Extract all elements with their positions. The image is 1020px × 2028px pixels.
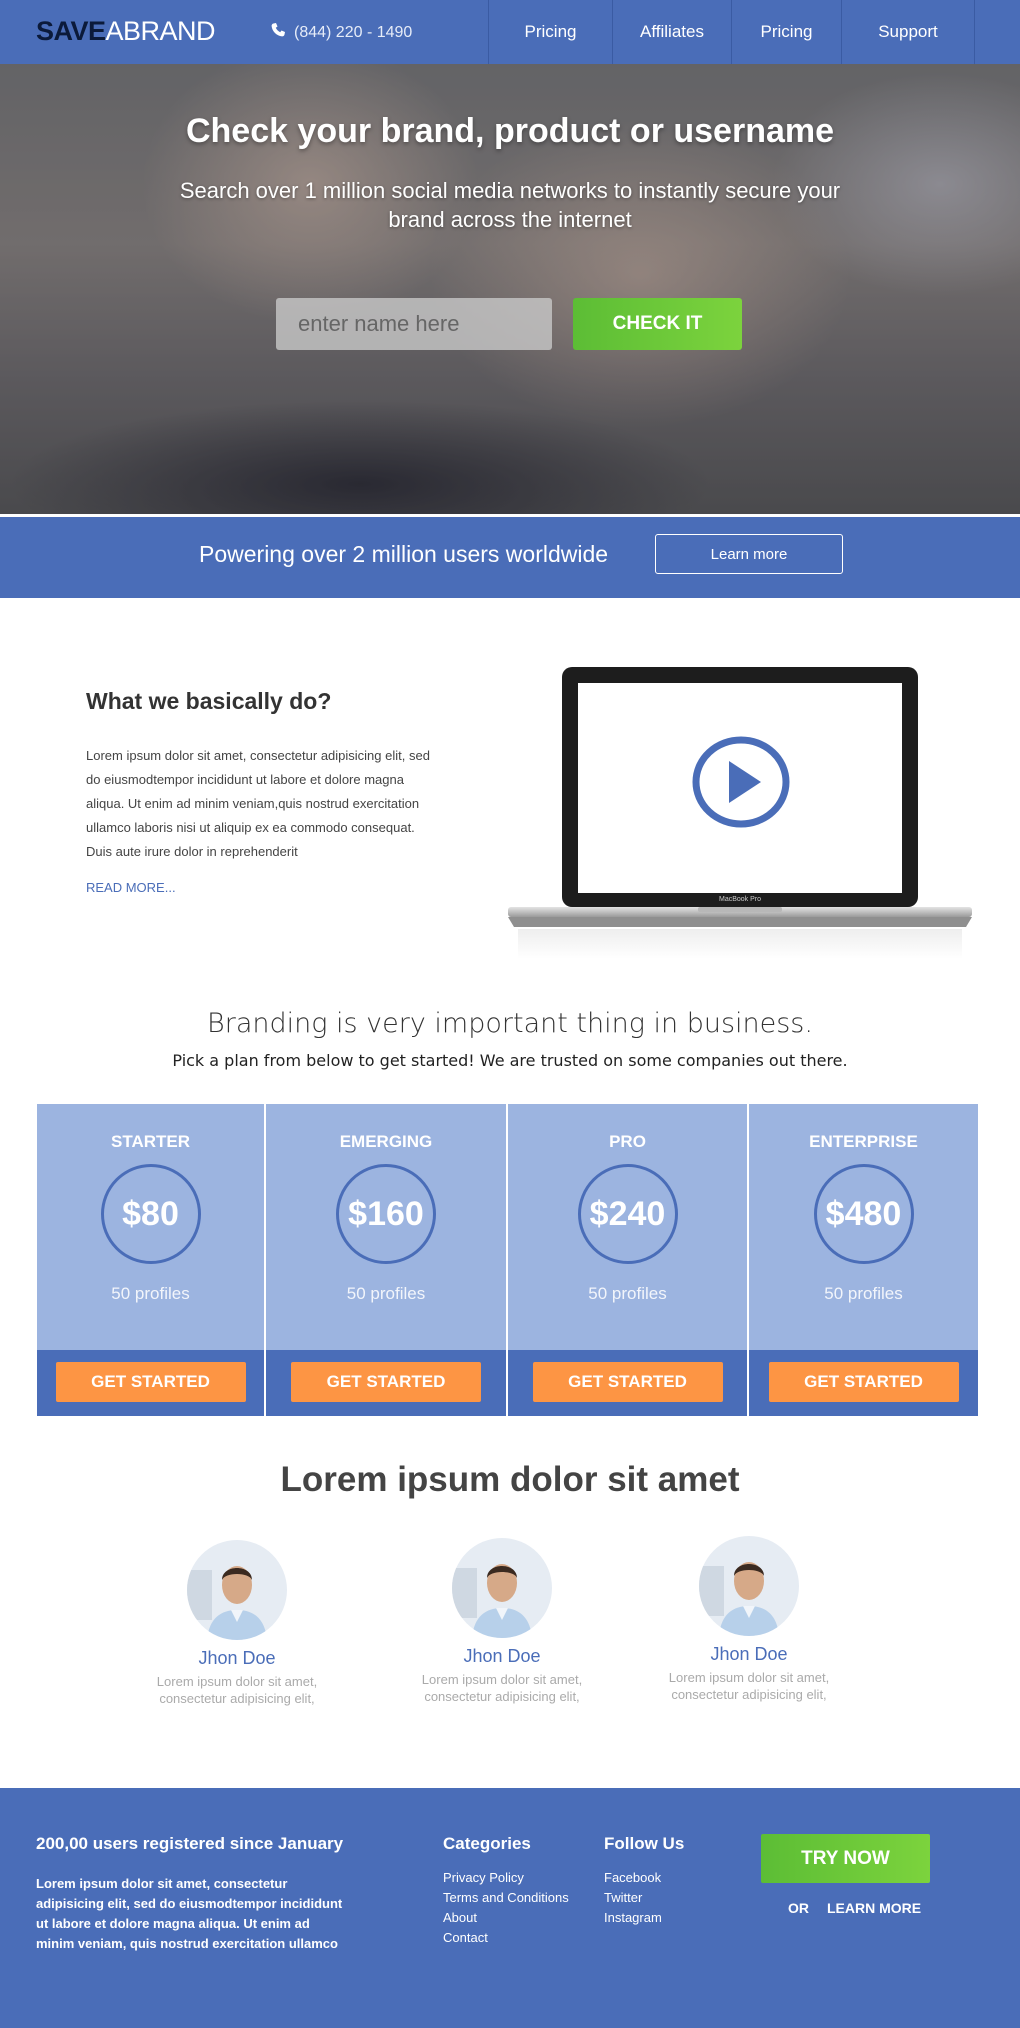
footer-body: Lorem ipsum dolor sit amet, consectetur … (36, 1876, 343, 1951)
about-heading: What we basically do? (86, 688, 332, 714)
get-started-button[interactable]: GET STARTED (55, 1362, 246, 1402)
avatar (699, 1536, 799, 1636)
plan-price: $240 (577, 1164, 678, 1264)
nav-item-support[interactable]: Support (841, 0, 975, 64)
logo-light: ABRAND (105, 16, 216, 46)
logo-bold: SAVE (36, 16, 106, 46)
footer-learn-more-link[interactable]: LEARN MORE (827, 1900, 921, 1916)
stats-band: Powering over 2 million users worldwide … (0, 514, 1020, 598)
footer-link-twitter[interactable]: Twitter (604, 1888, 684, 1908)
member-description: Lorem ipsum dolor sit amet, consectetur … (421, 1672, 583, 1704)
phone-text: (844) 220 - 1490 (294, 23, 413, 41)
read-more-link[interactable]: READ MORE... (86, 880, 176, 895)
footer-follow: Follow Us Facebook Twitter Instagram (604, 1834, 684, 1928)
team-heading: Lorem ipsum dolor sit amet (280, 1460, 740, 1499)
plan-profiles: 50 profiles (588, 1284, 667, 1303)
footer-link-instagram[interactable]: Instagram (604, 1908, 684, 1928)
plan-name: PRO (609, 1132, 646, 1151)
footer-link-contact[interactable]: Contact (443, 1928, 569, 1948)
get-started-button[interactable]: GET STARTED (532, 1362, 723, 1402)
get-started-button[interactable]: GET STARTED (768, 1362, 959, 1402)
team-member: Jhon Doe Lorem ipsum dolor sit amet, con… (402, 1538, 602, 1705)
hero-title: Check your brand, product or username (185, 112, 835, 150)
get-started-button[interactable]: GET STARTED (291, 1362, 481, 1402)
member-name[interactable]: Jhon Doe (137, 1648, 337, 1669)
or-label: OR (788, 1900, 809, 1916)
member-description: Lorem ipsum dolor sit amet, consectetur … (156, 1674, 318, 1706)
top-nav: SAVEABRAND (844) 220 - 1490 Pricing Affi… (0, 0, 1020, 64)
play-icon[interactable] (691, 735, 791, 829)
phone-icon (270, 22, 286, 43)
try-now-button[interactable]: TRY NOW (761, 1834, 930, 1883)
plan-starter: STARTER $80 50 profiles GET STARTED (37, 1104, 266, 1416)
plan-pro: PRO $240 50 profiles GET STARTED (508, 1104, 749, 1416)
plan-emerging: EMERGING $160 50 profiles GET STARTED (266, 1104, 508, 1416)
laptop-label: MacBook Pro (719, 896, 761, 903)
branding-heading: Branding is very important thing in busi… (207, 1008, 813, 1039)
hero-subtitle: Search over 1 million social media netwo… (179, 178, 841, 232)
footer-link-privacy[interactable]: Privacy Policy (443, 1868, 569, 1888)
plan-profiles: 50 profiles (346, 1284, 426, 1303)
nav-item-pricing-2[interactable]: Pricing (731, 0, 841, 64)
footer: 200,00 users registered since January Lo… (0, 1788, 1020, 2028)
branding-subtitle: Pick a plan from below to get started! W… (172, 1051, 848, 1070)
nav-item-pricing[interactable]: Pricing (488, 0, 612, 64)
plan-enterprise: ENTERPRISE $480 50 profiles GET STARTED (749, 1104, 978, 1416)
learn-more-button[interactable]: Learn more (655, 534, 843, 574)
hero-section: Check your brand, product or username Se… (0, 64, 1020, 514)
pricing-table: STARTER $80 50 profiles GET STARTED EMER… (37, 1104, 978, 1416)
member-description: Lorem ipsum dolor sit amet, consectetur … (668, 1670, 830, 1702)
plan-name: ENTERPRISE (809, 1132, 918, 1151)
plan-price: $480 (813, 1164, 914, 1264)
plan-profiles: 50 profiles (111, 1284, 190, 1303)
plan-profiles: 50 profiles (824, 1284, 903, 1303)
band-text: Powering over 2 million users worldwide (199, 541, 609, 567)
brand-search-input[interactable] (276, 298, 552, 350)
nav-menu: Pricing Affiliates Pricing Support (488, 0, 975, 64)
phone-number[interactable]: (844) 220 - 1490 (270, 22, 412, 43)
footer-link-about[interactable]: About (443, 1908, 569, 1928)
categories-heading: Categories (443, 1834, 531, 1853)
nav-item-affiliates[interactable]: Affiliates (612, 0, 731, 64)
plan-name: EMERGING (339, 1132, 433, 1151)
footer-link-terms[interactable]: Terms and Conditions (443, 1888, 569, 1908)
footer-heading: 200,00 users registered since January (36, 1834, 344, 1853)
member-name[interactable]: Jhon Doe (402, 1646, 602, 1667)
follow-heading: Follow Us (604, 1834, 685, 1853)
avatar (452, 1538, 552, 1638)
footer-link-facebook[interactable]: Facebook (604, 1868, 684, 1888)
member-name[interactable]: Jhon Doe (649, 1644, 849, 1665)
plan-name: STARTER (110, 1132, 190, 1151)
team-member: Jhon Doe Lorem ipsum dolor sit amet, con… (649, 1536, 849, 1703)
about-body: Lorem ipsum dolor sit amet, consectetur … (86, 748, 430, 859)
logo[interactable]: SAVEABRAND (36, 16, 216, 47)
plan-price: $160 (336, 1164, 436, 1264)
laptop-video: MacBook Pro (508, 667, 972, 967)
check-it-button[interactable]: CHECK IT (573, 298, 742, 350)
team-member: Jhon Doe Lorem ipsum dolor sit amet, con… (137, 1540, 337, 1707)
footer-categories: Categories Privacy Policy Terms and Cond… (443, 1834, 569, 1948)
avatar (187, 1540, 287, 1640)
plan-price: $80 (100, 1164, 201, 1264)
